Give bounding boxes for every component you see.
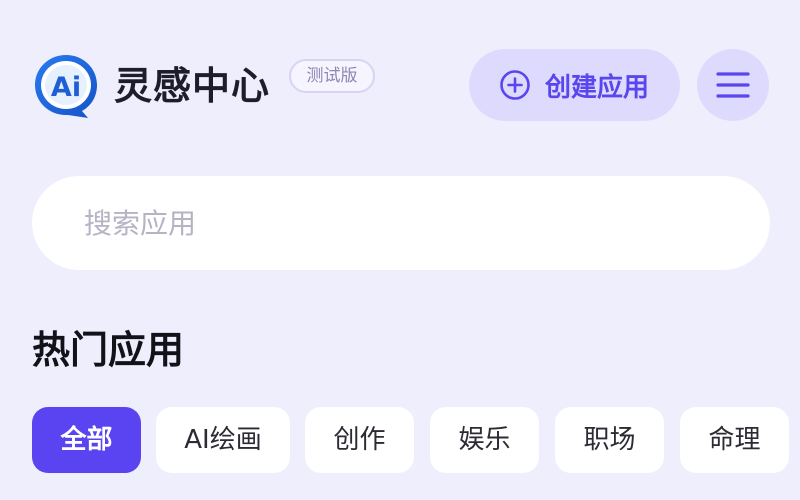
hamburger-menu-icon — [716, 72, 750, 98]
create-app-label: 创建应用 — [545, 72, 650, 103]
category-chip-all[interactable]: 全部 — [32, 407, 141, 473]
svg-text:Ai: Ai — [51, 72, 81, 103]
category-chip-creation[interactable]: 创作 — [305, 407, 414, 473]
ai-logo-icon: Ai — [32, 52, 100, 120]
create-app-button[interactable]: 创建应用 — [469, 49, 680, 121]
category-chip-entertainment[interactable]: 娱乐 — [430, 407, 539, 473]
section-title: 热门应用 — [32, 328, 185, 372]
app-title: 灵感中心 — [114, 64, 271, 108]
search-input[interactable] — [82, 205, 726, 241]
category-chip-ai-painting[interactable]: AI绘画 — [156, 407, 290, 473]
menu-button[interactable] — [697, 49, 769, 121]
beta-badge: 测试版 — [289, 59, 375, 93]
plus-circle-icon — [500, 70, 530, 100]
category-chip-fortune[interactable]: 命理 — [680, 407, 789, 473]
category-chip-workplace[interactable]: 职场 — [555, 407, 664, 473]
search-bar[interactable] — [32, 176, 770, 270]
app-page: Ai 灵感中心 测试版 创建应用 热门应用 全部 AI绘画 创作 娱乐 职场 命… — [0, 0, 800, 500]
